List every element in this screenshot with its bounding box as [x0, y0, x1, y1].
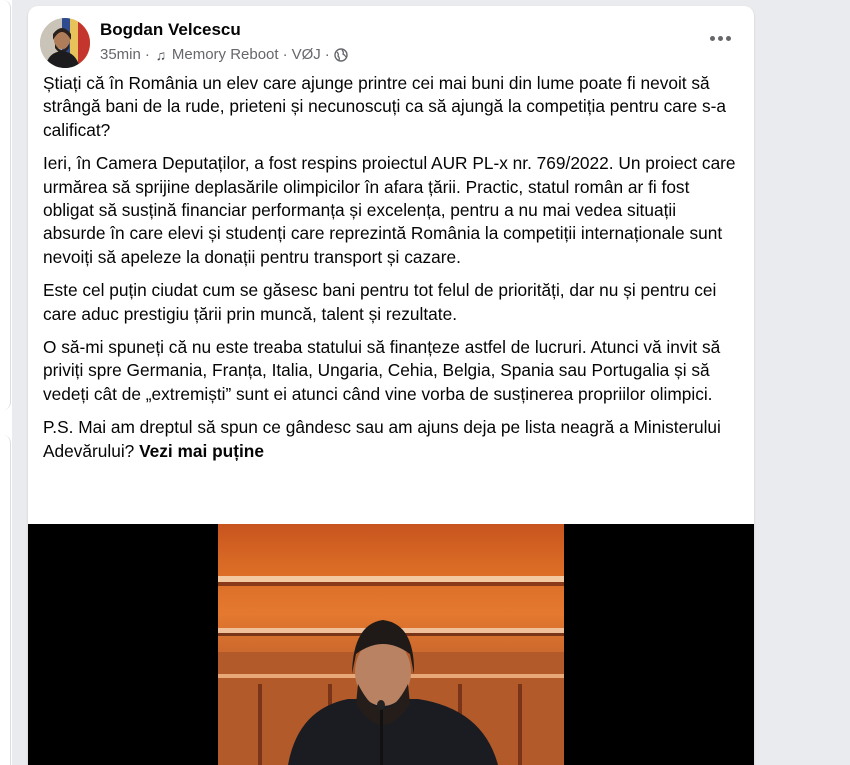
adjacent-card [0, 0, 11, 410]
post-text: Știați că în România un elev care ajunge… [28, 68, 754, 463]
post-paragraph: Ieri, în Camera Deputaților, a fost resp… [43, 153, 736, 267]
video-player[interactable] [28, 524, 754, 765]
more-horizontal-icon [709, 35, 715, 41]
music-note-icon: ♫ [155, 46, 167, 63]
song-artist[interactable]: VØJ [292, 46, 321, 63]
post-paragraph: P.S. Mai am dreptul să spun ce gândesc s… [43, 416, 738, 463]
post-time[interactable]: 35min [100, 46, 141, 63]
separator: · [282, 46, 288, 63]
see-less-link[interactable]: Vezi mai puține [139, 441, 264, 461]
globe-icon[interactable] [334, 47, 348, 62]
avatar[interactable] [40, 18, 90, 68]
post-card: Bogdan Velcescu 35min · ♫ Memory Reboot … [28, 6, 754, 765]
post-paragraph: Este cel puțin ciudat cum se găsesc bani… [43, 280, 717, 324]
video-frame [218, 524, 564, 765]
post-meta: 35min · ♫ Memory Reboot · VØJ · [100, 46, 348, 63]
separator: · [324, 46, 330, 63]
post-paragraph: Știați că în România un elev care ajunge… [43, 73, 727, 140]
more-options-button[interactable] [706, 28, 734, 48]
post-paragraph: O să-mi spuneți că nu este treaba statul… [43, 337, 721, 404]
adjacent-card [0, 435, 11, 765]
author-name[interactable]: Bogdan Velcescu [100, 20, 241, 40]
post-header: Bogdan Velcescu 35min · ♫ Memory Reboot … [28, 6, 754, 68]
song-title[interactable]: Memory Reboot [172, 46, 279, 63]
